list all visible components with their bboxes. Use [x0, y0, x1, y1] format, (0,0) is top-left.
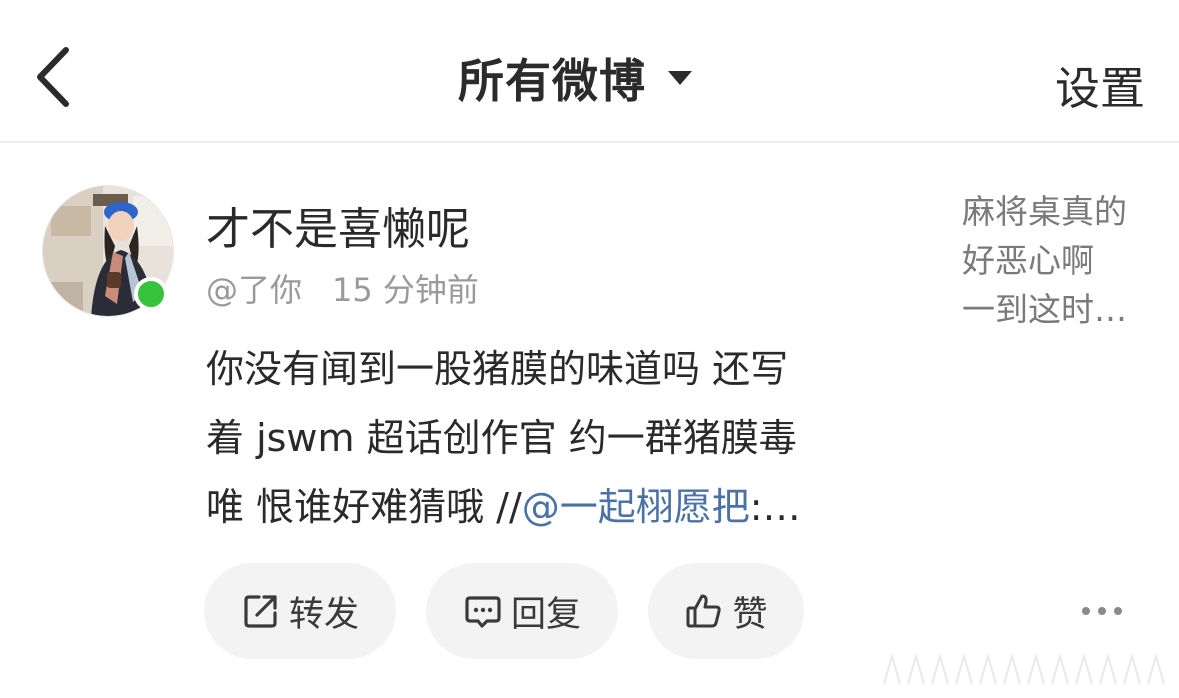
share-icon: [241, 591, 281, 631]
quote-line: 一到这时…: [962, 290, 1127, 329]
reply-label: 回复: [510, 594, 581, 635]
more-options-button[interactable]: [1082, 603, 1122, 619]
more-dots-icon: [1082, 607, 1090, 615]
back-button[interactable]: [30, 44, 86, 110]
content-line: 唯 恨谁好难猜哦 //@一起栩愿把:…: [206, 473, 906, 542]
avatar-container: [42, 185, 174, 317]
reply-button[interactable]: 回复: [426, 563, 618, 659]
forward-label: 转发: [288, 594, 359, 635]
chevron-left-icon: [37, 47, 69, 107]
forward-button[interactable]: 转发: [204, 563, 396, 659]
page-title: 所有微博: [458, 54, 646, 108]
top-bar: 所有微博 设置: [0, 0, 1179, 143]
post-content[interactable]: 你没有闻到一股猪膜的味道吗 还写 着 jswm 超话创作官 约一群猪膜毒 唯 恨…: [206, 335, 906, 542]
quoted-post-preview[interactable]: 麻将桌真的 好恶心啊 一到这时…: [962, 187, 1152, 334]
settings-button[interactable]: 设置: [1055, 52, 1145, 117]
caret-down-icon: [668, 71, 692, 85]
action-bar: 转发 回复 赞: [204, 563, 834, 659]
more-dots-icon: [1098, 607, 1106, 615]
quote-line: 好恶心啊: [962, 241, 1094, 280]
user-handle: @了你: [206, 271, 303, 309]
post-timestamp: 15 分钟前: [332, 271, 479, 309]
like-label: 赞: [732, 594, 768, 635]
quote-line: 麻将桌真的: [962, 192, 1127, 231]
like-button[interactable]: 赞: [648, 563, 804, 659]
username[interactable]: 才不是喜懒呢: [206, 193, 470, 257]
feed-filter-dropdown[interactable]: 所有微博: [458, 48, 692, 108]
content-line: 着 jswm 超话创作官 约一群猪膜毒: [206, 416, 797, 460]
mention-link[interactable]: @一起栩愿把: [522, 485, 750, 529]
more-dots-icon: [1114, 607, 1122, 615]
online-status-badge: [134, 277, 168, 311]
weibo-post: 才不是喜懒呢 @了你 15 分钟前 你没有闻到一股猪膜的味道吗 还写 着 jsw…: [0, 145, 1179, 698]
content-text: 唯 恨谁好难猜哦 //: [206, 485, 522, 529]
thumbs-up-icon: [684, 591, 724, 631]
post-meta: @了你 15 分钟前: [206, 265, 479, 311]
comment-icon: [463, 591, 503, 631]
content-text: :…: [749, 485, 801, 529]
watermark-decoration: [880, 650, 1170, 690]
content-line: 你没有闻到一股猪膜的味道吗 还写: [206, 347, 789, 391]
